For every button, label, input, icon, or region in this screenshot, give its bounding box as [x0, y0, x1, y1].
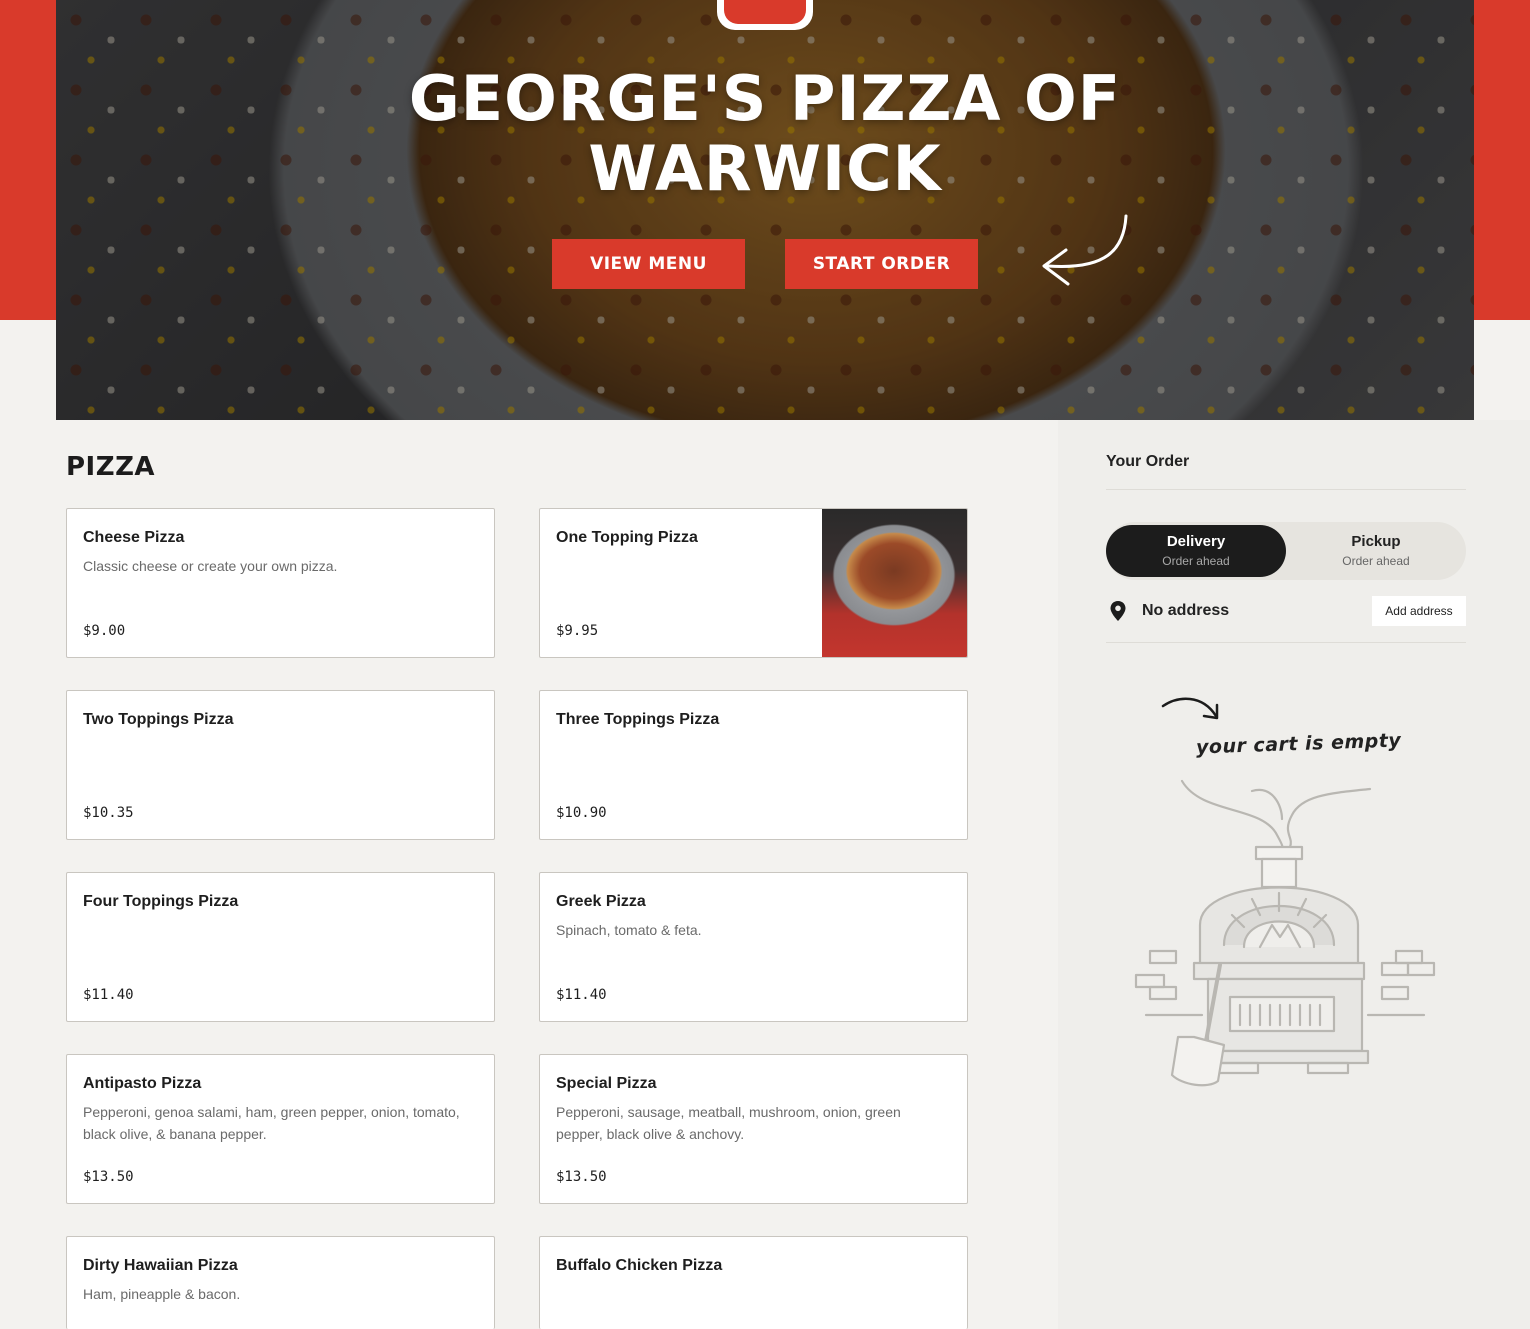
menu-item-antipasto-pizza[interactable]: Antipasto Pizza Pepperoni, genoa salami,…: [66, 1054, 495, 1204]
menu-item-four-toppings-pizza[interactable]: Four Toppings Pizza $11.40: [66, 872, 495, 1022]
menu-item-one-topping-pizza[interactable]: One Topping Pizza $9.95: [539, 508, 968, 658]
item-price: $11.40: [556, 987, 607, 1003]
item-price: $10.90: [556, 805, 607, 821]
item-name: Three Toppings Pizza: [556, 711, 720, 728]
divider: [1106, 489, 1466, 490]
menu-item-three-toppings-pizza[interactable]: Three Toppings Pizza $10.90: [539, 690, 968, 840]
view-menu-button[interactable]: VIEW MENU: [552, 239, 745, 289]
restaurant-title: GEORGE'S PIZZA OF WARWICK: [56, 64, 1474, 204]
item-description: Spinach, tomato & feta.: [556, 922, 702, 938]
menu-item-special-pizza[interactable]: Special Pizza Pepperoni, sausage, meatba…: [539, 1054, 968, 1204]
curved-arrow-icon: [1042, 214, 1128, 286]
item-description: Ham, pineapple & bacon.: [83, 1286, 241, 1302]
item-description: Pepperoni, sausage, meatball, mushroom, …: [556, 1104, 901, 1142]
delivery-label: Delivery: [1166, 533, 1226, 550]
item-name: One Topping Pizza: [556, 529, 698, 546]
item-name: Buffalo Chicken Pizza: [556, 1257, 723, 1274]
add-address-button[interactable]: Add address: [1372, 596, 1466, 626]
item-price: $13.50: [83, 1169, 134, 1185]
item-price: $9.95: [556, 623, 599, 639]
pickup-option[interactable]: Pickup Order ahead: [1286, 525, 1466, 577]
item-price: $9.00: [83, 623, 126, 639]
pickup-label: Pickup: [1351, 533, 1401, 550]
menu-item-cheese-pizza[interactable]: Cheese Pizza Classic cheese or create yo…: [66, 508, 495, 658]
item-name: Antipasto Pizza: [83, 1075, 202, 1092]
delivery-sublabel: Order ahead: [1162, 554, 1230, 568]
hero-banner: GEORGE'S PIZZA OF WARWICK VIEW MENU STAR…: [56, 0, 1474, 420]
restaurant-logo[interactable]: [717, 0, 813, 30]
order-title: Your Order: [1106, 453, 1190, 470]
pickup-sublabel: Order ahead: [1342, 554, 1410, 568]
item-description: Classic cheese or create your own pizza.: [83, 558, 338, 574]
item-name: Four Toppings Pizza: [83, 893, 239, 910]
section-title-pizza: PIZZA: [66, 452, 156, 482]
divider: [1106, 642, 1466, 643]
title-line-2: WARWICK: [588, 132, 942, 205]
menu-item-greek-pizza[interactable]: Greek Pizza Spinach, tomato & feta. $11.…: [539, 872, 968, 1022]
squiggle-arrow-icon: [1161, 697, 1219, 720]
menu-item-two-toppings-pizza[interactable]: Two Toppings Pizza $10.35: [66, 690, 495, 840]
title-line-1: GEORGE'S PIZZA OF: [408, 62, 1122, 135]
start-order-button[interactable]: START ORDER: [785, 239, 978, 289]
item-description: Pepperoni, genoa salami, ham, green pepp…: [83, 1104, 460, 1142]
delivery-option[interactable]: Delivery Order ahead: [1106, 525, 1286, 577]
item-name: Dirty Hawaiian Pizza: [83, 1257, 238, 1274]
menu-item-dirty-hawaiian-pizza[interactable]: Dirty Hawaiian Pizza Ham, pineapple & ba…: [66, 1236, 495, 1329]
item-name: Two Toppings Pizza: [83, 711, 234, 728]
fulfillment-toggle: Delivery Order ahead Pickup Order ahead: [1106, 522, 1466, 580]
item-name: Cheese Pizza: [83, 529, 185, 546]
location-pin-icon: [1110, 601, 1126, 621]
item-price: $11.40: [83, 987, 134, 1003]
item-name: Special Pizza: [556, 1075, 657, 1092]
item-price: $10.35: [83, 805, 134, 821]
address-status: No address: [1142, 602, 1230, 619]
menu-item-buffalo-chicken-pizza[interactable]: Buffalo Chicken Pizza: [539, 1236, 968, 1329]
pizza-oven-illustration: [1134, 779, 1436, 1087]
item-name: Greek Pizza: [556, 893, 646, 910]
item-photo: [822, 509, 967, 657]
item-price: $13.50: [556, 1169, 607, 1185]
